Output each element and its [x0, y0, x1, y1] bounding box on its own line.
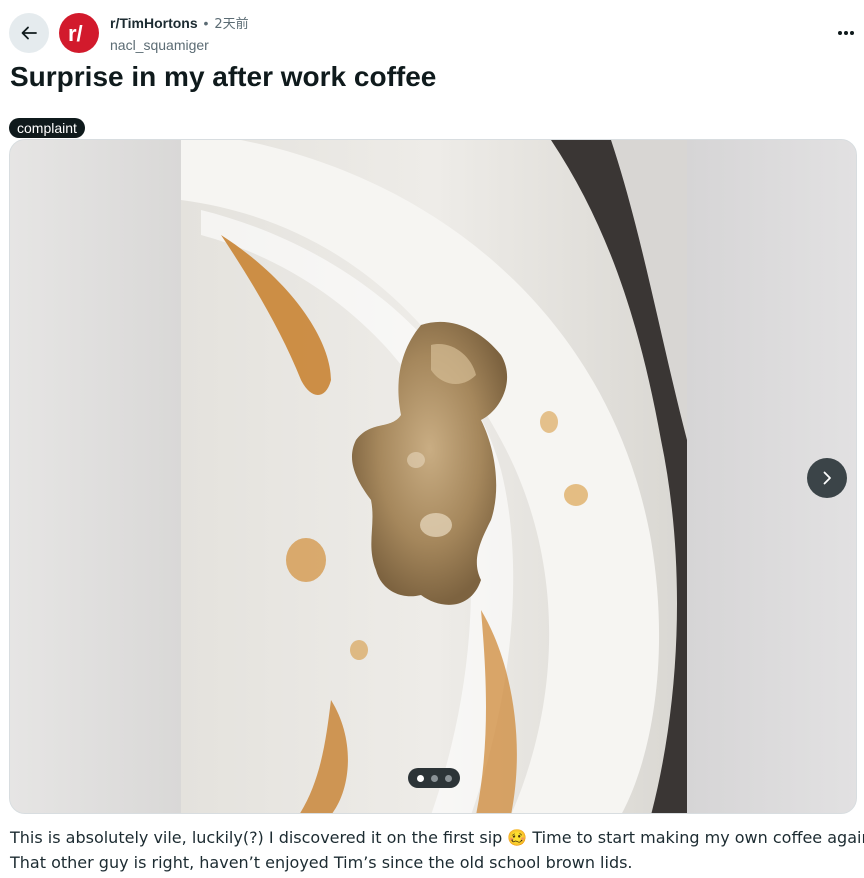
post-flair[interactable]: complaint [9, 118, 85, 138]
chevron-right-icon [823, 471, 831, 485]
post-body-line: That other guy is right, haven’t enjoyed… [10, 853, 633, 872]
gallery-dot-3[interactable] [444, 774, 452, 782]
arrow-left-icon [21, 26, 37, 40]
ellipsis-icon [838, 31, 854, 35]
post-body: This is absolutely vile, luckily(?) I di… [10, 825, 864, 875]
post-body-line: This is absolutely vile, luckily(?) I di… [10, 828, 864, 847]
back-button[interactable] [9, 13, 49, 53]
post-timestamp: 2天前 [214, 17, 249, 32]
gallery-pagination [408, 768, 460, 788]
subreddit-avatar[interactable]: r/ [59, 13, 99, 53]
subreddit-link[interactable]: r/TimHortons [110, 15, 198, 31]
gallery-dot-2[interactable] [430, 774, 438, 782]
gallery-dot-1[interactable] [416, 774, 424, 782]
meta-separator: • [203, 15, 209, 31]
reddit-subreddit-logo: r/ [68, 21, 83, 46]
more-options-button[interactable] [836, 22, 856, 44]
gallery-photo [181, 140, 687, 813]
post-meta: r/TimHortons • 2天前 nacl_squamiger [110, 14, 249, 54]
gallery-next-button[interactable] [807, 458, 847, 498]
post-title: Surprise in my after work coffee [10, 61, 437, 92]
image-gallery[interactable] [9, 139, 857, 814]
svg-text:r/: r/ [68, 21, 83, 46]
author-link[interactable]: nacl_squamiger [110, 36, 249, 54]
